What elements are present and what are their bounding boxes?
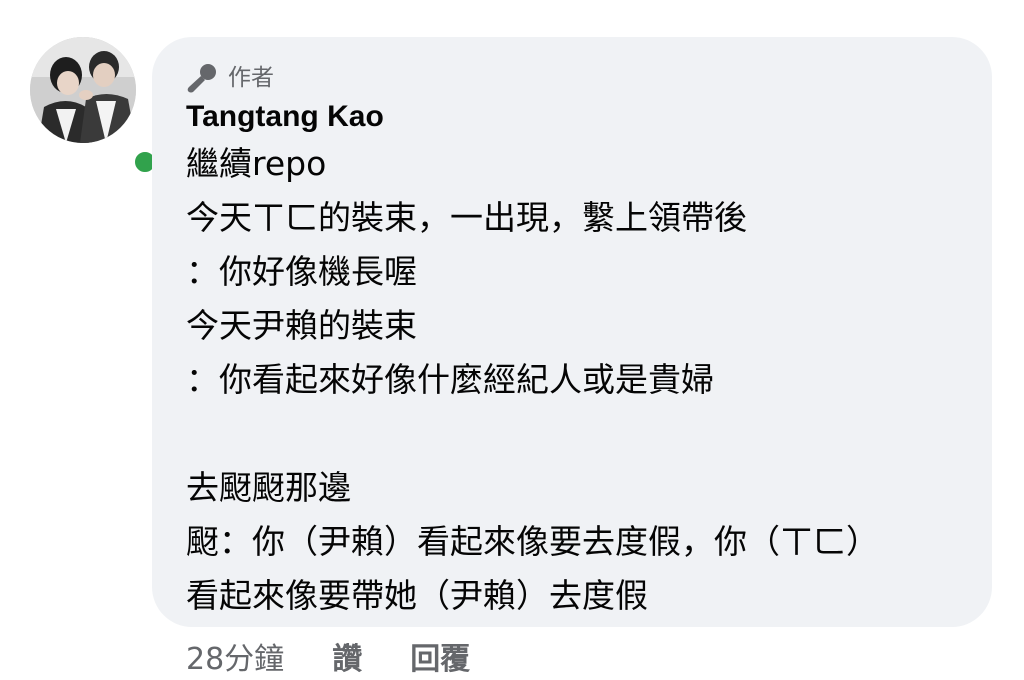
author-badge-label: 作者 bbox=[228, 65, 274, 91]
comment-line: ：你看起來好像什麼經紀人或是貴婦 bbox=[186, 360, 714, 399]
comment-line: 颬：你（尹賴）看起來像要去度假，你（ㄒㄈ） bbox=[186, 522, 879, 561]
comment-line: 今天尹賴的裝束 bbox=[186, 306, 417, 345]
avatar[interactable] bbox=[30, 37, 136, 143]
comment-line: ：你好像機長喔 bbox=[186, 252, 417, 291]
reply-button[interactable]: 回覆 bbox=[410, 640, 470, 680]
avatar-container[interactable] bbox=[30, 37, 160, 177]
comment-line bbox=[186, 407, 958, 461]
comment-actions: 28分鐘 讚 回覆 bbox=[186, 640, 518, 680]
comment-line: 去颬颬那邊 bbox=[186, 468, 351, 507]
comment-line: 看起來像要帶她（尹賴）去度假 bbox=[186, 576, 648, 615]
comment-bubble: 作者 Tangtang Kao 繼續repo 今天ㄒㄈ的裝束，一出現，繫上領帶後 ：… bbox=[152, 37, 992, 627]
comment-timestamp[interactable]: 28分鐘 bbox=[186, 640, 284, 680]
like-button[interactable]: 讚 bbox=[332, 640, 362, 680]
author-name[interactable]: Tangtang Kao bbox=[186, 99, 958, 135]
microphone-icon bbox=[187, 64, 216, 93]
comment-line: 今天ㄒㄈ的裝束，一出現，繫上領帶後 bbox=[186, 198, 747, 237]
comment-line: 繼續repo bbox=[186, 144, 327, 183]
author-badge: 作者 bbox=[186, 63, 958, 93]
comment-text: 繼續repo 今天ㄒㄈ的裝束，一出現，繫上領帶後 ：你好像機長喔 今天尹賴的裝束 ：你看… bbox=[186, 137, 958, 623]
avatar-image bbox=[30, 37, 136, 143]
